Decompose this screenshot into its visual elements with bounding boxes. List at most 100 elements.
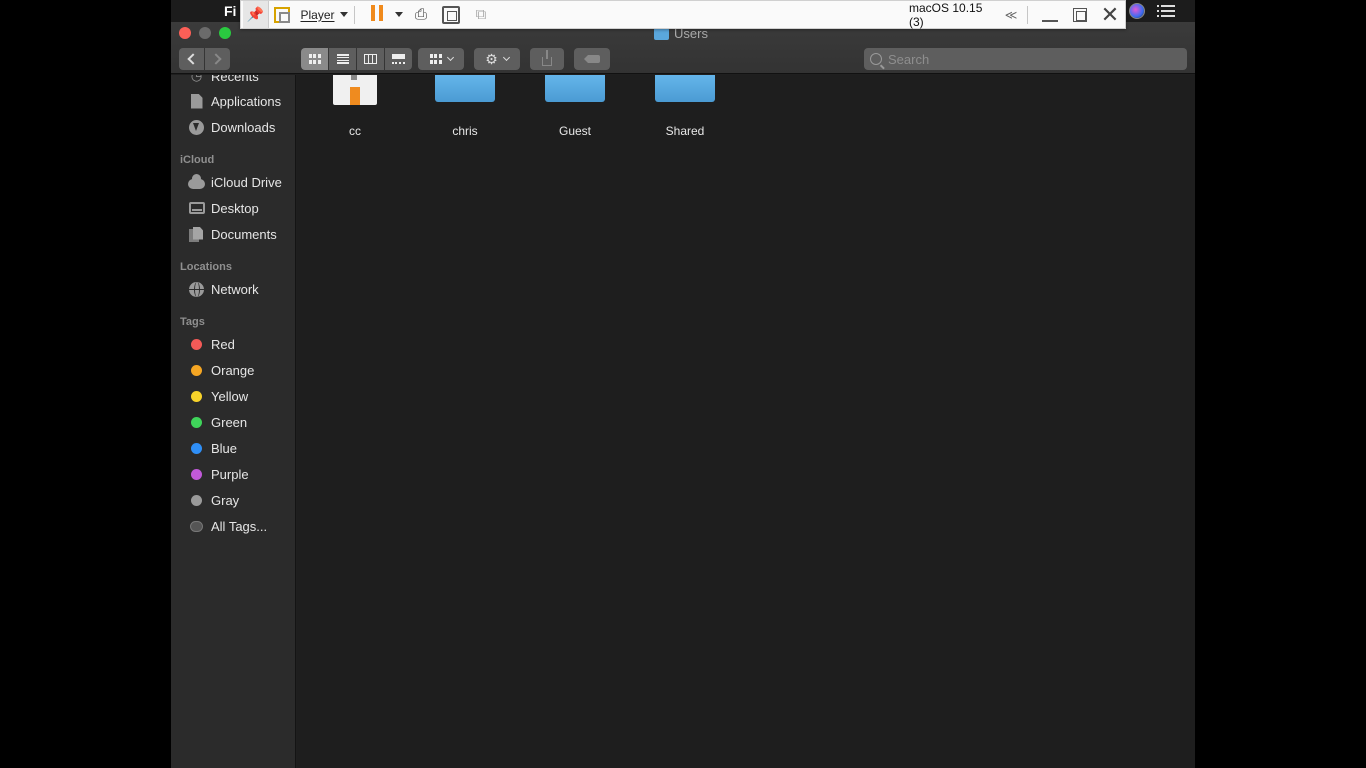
player-menu-label: Player	[300, 7, 335, 22]
menu-bar-status	[1129, 0, 1195, 22]
finder-window: Users ⚙ Search ◷ Recents Applications Do…	[171, 22, 1195, 768]
tag-color-dot	[191, 442, 202, 454]
file-item-shared[interactable]: Shared	[640, 75, 730, 138]
sidebar-section-icloud: iCloud	[180, 154, 215, 166]
share-button[interactable]	[530, 48, 564, 70]
sidebar-item-documents[interactable]: Documents	[188, 223, 277, 245]
close-window-button[interactable]: ✕	[1099, 1, 1121, 28]
file-label: cc	[349, 124, 361, 138]
file-icon-container	[545, 75, 605, 105]
fullscreen-button[interactable]	[439, 1, 463, 28]
search-field[interactable]	[864, 48, 1187, 70]
sidebar-tag-red[interactable]: Red	[188, 333, 235, 355]
list-icon	[336, 54, 349, 64]
file-label: Guest	[558, 124, 591, 138]
window-zoom-button[interactable]	[219, 27, 231, 39]
menu-app-name[interactable]: Fi	[224, 3, 236, 19]
sidebar-tag-purple[interactable]: Purple	[188, 463, 249, 485]
group-by-button[interactable]	[418, 48, 464, 70]
chevron-down-icon	[502, 53, 510, 62]
action-menu-button[interactable]: ⚙	[474, 48, 520, 70]
sidebar-item-desktop[interactable]: Desktop	[188, 197, 259, 219]
double-chevron-left-icon: ≪	[1004, 7, 1017, 22]
file-item-cc[interactable]: cc	[310, 75, 400, 138]
file-item-chris[interactable]: chris	[420, 75, 510, 138]
pin-icon: 📌	[246, 6, 265, 22]
unity-icon: ⧉	[475, 6, 487, 23]
edit-tags-button[interactable]	[574, 48, 610, 70]
search-input[interactable]	[888, 51, 1168, 67]
sidebar-item-label: Orange	[211, 362, 255, 378]
chevron-left-icon	[187, 53, 199, 65]
power-options-dropdown[interactable]	[389, 1, 403, 28]
share-icon	[542, 49, 552, 66]
restore-window-button[interactable]	[1069, 1, 1091, 28]
vmware-logo-icon	[272, 1, 292, 28]
notification-center-icon[interactable]	[1157, 5, 1175, 17]
mac-screen: Fi Users ⚙ Search ◷ Recents Applications…	[171, 0, 1195, 768]
chevron-down-icon	[339, 12, 348, 17]
list-view-button[interactable]	[329, 48, 356, 70]
sidebar-all-tags[interactable]: All Tags...	[188, 515, 267, 537]
finder-toolbar: Users ⚙ Search	[171, 22, 1195, 74]
sidebar-tag-blue[interactable]: Blue	[188, 437, 237, 459]
group-grid-icon	[429, 54, 442, 64]
sidebar-item-label: Blue	[211, 440, 238, 456]
player-menu-button[interactable]: Player	[299, 1, 349, 28]
sidebar-item-label: All Tags...	[211, 518, 268, 534]
file-item-guest[interactable]: Guest	[530, 75, 620, 138]
applications-icon	[188, 93, 205, 110]
minimize-window-button[interactable]	[1039, 1, 1061, 28]
sidebar-tag-yellow[interactable]: Yellow	[188, 385, 248, 407]
sidebar-item-label: Applications	[211, 93, 282, 109]
sidebar-item-icloud-drive[interactable]: iCloud Drive	[188, 171, 282, 193]
sidebar-item-label: Gray	[211, 492, 240, 508]
sidebar-item-label: Red	[211, 336, 235, 352]
unity-mode-button[interactable]: ⧉	[469, 1, 493, 28]
icon-view-button[interactable]	[301, 48, 328, 70]
sidebar-item-network[interactable]: Network	[188, 278, 259, 300]
file-browser-area[interactable]: cc chris Guest Shared	[297, 75, 1195, 768]
gallery-view-button[interactable]	[385, 48, 412, 70]
column-view-button[interactable]	[357, 48, 384, 70]
close-icon: ✕	[1100, 1, 1120, 27]
window-minimize-button[interactable]	[199, 27, 211, 39]
sidebar-item-label: Desktop	[211, 200, 259, 216]
siri-icon[interactable]	[1129, 3, 1145, 19]
columns-icon	[364, 54, 377, 64]
chevron-right-icon	[210, 53, 222, 65]
back-button[interactable]	[179, 48, 204, 70]
folder-icon	[435, 75, 495, 102]
window-close-button[interactable]	[179, 27, 191, 39]
pause-vm-button[interactable]	[365, 1, 389, 28]
desktop-icon	[188, 200, 205, 217]
tag-color-dot	[191, 390, 202, 402]
globe-icon	[188, 281, 205, 298]
search-icon	[870, 53, 882, 65]
sidebar-item-label: Green	[211, 414, 248, 430]
forward-button[interactable]	[205, 48, 230, 70]
sidebar-item-downloads[interactable]: Downloads	[188, 116, 275, 138]
file-icon-container	[435, 75, 495, 105]
folder-icon	[655, 75, 715, 102]
send-ctrl-alt-del-button[interactable]: ⎙	[409, 1, 433, 28]
pin-toolbar-button[interactable]: 📌	[243, 1, 269, 28]
file-icon-container	[325, 75, 385, 105]
toolbar-divider	[354, 6, 355, 24]
chevron-down-icon	[446, 53, 454, 62]
sidebar-tag-gray[interactable]: Gray	[188, 489, 239, 511]
tag-color-dot	[191, 364, 202, 376]
minimize-icon	[1042, 19, 1058, 22]
collapse-toolbar-button[interactable]: ≪	[1001, 1, 1019, 28]
home-folder-icon	[333, 75, 377, 105]
sidebar-tag-orange[interactable]: Orange	[188, 359, 254, 381]
gallery-icon	[392, 54, 405, 64]
tag-icon	[584, 55, 600, 63]
tag-color-dot	[191, 338, 202, 350]
sidebar-item-applications[interactable]: Applications	[188, 90, 281, 112]
sidebar-item-label: Network	[211, 281, 259, 297]
sidebar-item-label: Yellow	[211, 388, 249, 404]
folder-icon	[545, 75, 605, 102]
sidebar-item-recents[interactable]: ◷ Recents	[188, 75, 259, 87]
sidebar-tag-green[interactable]: Green	[188, 411, 247, 433]
